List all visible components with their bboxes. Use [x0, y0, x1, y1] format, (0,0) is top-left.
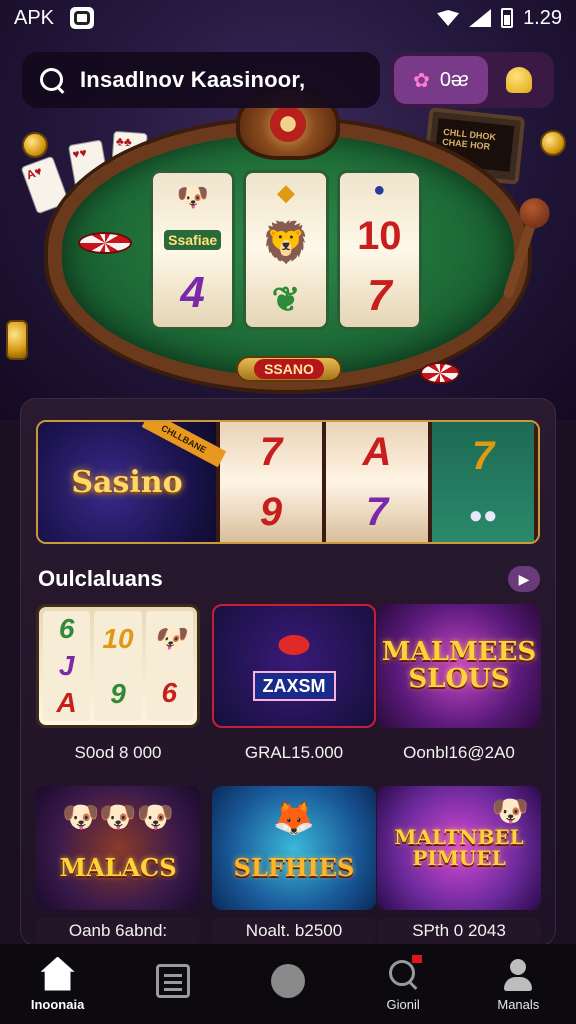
search-icon: [270, 964, 305, 998]
game-tile[interactable]: MALMEES SLOUS: [377, 604, 541, 728]
notification-button[interactable]: [488, 67, 550, 93]
spin-count: 0ᴂ: [439, 68, 469, 91]
game-caption: Oonbl16@2A0: [377, 734, 541, 772]
game-reel: 🐶 6: [145, 611, 193, 721]
game-tile[interactable]: ⬬ ZAXSM: [212, 604, 376, 728]
battery-icon: [501, 8, 514, 28]
game-title: ZAXSM: [252, 670, 336, 702]
casino-plaque: SSANO: [236, 356, 342, 382]
search-icon[interactable]: [38, 66, 66, 94]
see-all-button[interactable]: ▶: [508, 566, 540, 592]
dogs-icon: 🐶🐶🐶: [61, 801, 175, 834]
coin-decoration: [6, 320, 28, 360]
signal-icon: [469, 9, 492, 27]
banner-reels: 7 9 A 7 7 ●●: [216, 422, 538, 542]
coin-decoration: [22, 132, 48, 158]
game-reel: 6 J A: [43, 611, 91, 721]
game-tile[interactable]: 🦊 SLFHIES: [212, 786, 376, 910]
user-icon: [501, 957, 535, 991]
nav-item-list[interactable]: [123, 964, 223, 1004]
game-title: SLFHIES: [233, 853, 355, 883]
game-title: MALTNBEL PIMUEL: [394, 825, 524, 870]
game-title: MALMEES SLOUS: [381, 636, 537, 694]
featured-banner[interactable]: Sasino CHLLBANE 7 9 A 7 7 ●●: [36, 420, 540, 544]
fish-symbol-icon: ◆: [277, 179, 295, 205]
game-caption: Oanb 6abnd:: [36, 918, 200, 944]
dog-icon: 🐶: [491, 795, 529, 828]
casino-chip: [420, 362, 460, 384]
nav-item-profile[interactable]: Manals: [468, 957, 568, 1012]
banner-ribbon: CHLLBANE: [141, 422, 226, 468]
game-caption: S0od 8 000: [36, 734, 200, 772]
banner-logo: Sasino CHLLBANE: [38, 422, 226, 542]
hero-reels: 🐶 Ssafiae 4 ◆ 🦁 ❦ ● 10 7: [150, 170, 422, 330]
section-title: Oulclaluans: [38, 566, 163, 591]
hero-reel: ◆ 🦁 ❦: [243, 170, 329, 330]
game-reel: 10 9: [94, 611, 142, 721]
bottom-nav: Inoonaia Gionil Manals: [0, 944, 576, 1024]
nav-item-search[interactable]: [238, 964, 338, 1004]
game-tile[interactable]: 🐶🐶🐶 MALACS: [36, 786, 200, 910]
game-reels: 6 J A 10 9 🐶 6: [39, 607, 197, 725]
banner-reel: 7 ●●: [432, 422, 534, 542]
wifi-icon: [437, 10, 460, 26]
banner-reel: A 7: [326, 422, 428, 542]
game-title: MALACS: [59, 853, 177, 883]
list-icon: [155, 964, 190, 998]
alert-dot: [412, 954, 423, 963]
status-time: 1.29: [523, 6, 562, 29]
search-alert-icon: [386, 954, 423, 991]
spin-button[interactable]: ✿ 0ᴂ: [394, 56, 488, 104]
chip-stack-icon: ●●: [468, 502, 498, 530]
game-tile[interactable]: 6 J A 10 9 🐶 6: [36, 604, 200, 728]
game-tile[interactable]: 🐶 MALTNBEL PIMUEL: [377, 786, 541, 910]
spin-icon: ✿: [413, 69, 430, 92]
nav-item-alerts[interactable]: Gionil: [353, 954, 453, 1012]
app-notification-icon: [70, 7, 95, 29]
hero-reel: 🐶 Ssafiae 4: [150, 170, 236, 330]
game-caption: Noalt. b2500: [212, 918, 376, 944]
gem-icon: ⬬: [277, 624, 311, 666]
casino-chip: [78, 232, 132, 254]
banner-reel: 7 9: [220, 422, 322, 542]
arrow-right-icon: ▶: [518, 570, 530, 587]
leaf-symbol-icon: ❦: [271, 281, 301, 320]
status-app-label: APK: [14, 6, 55, 29]
dog-symbol-icon: 🐶: [153, 622, 186, 653]
game-caption: SPth 0 2043: [377, 918, 541, 944]
search-input[interactable]: Insadlnov Kaasinoor,: [80, 67, 305, 93]
search-bar[interactable]: Insadlnov Kaasinoor,: [22, 52, 380, 108]
status-bar: APK 1.29: [0, 0, 576, 36]
header-actions: ✿ 0ᴂ: [390, 52, 554, 108]
chip-symbol-icon: ●: [373, 179, 386, 201]
fox-icon: 🦊: [272, 799, 316, 837]
hero-reel: ● 10 7: [336, 170, 422, 330]
game-caption: GRAL15.000: [212, 734, 376, 772]
nav-item-home[interactable]: Inoonaia: [8, 956, 108, 1012]
lion-symbol-icon: 🦁: [261, 221, 311, 266]
dog-symbol-icon: 🐶: [176, 181, 209, 212]
home-icon: [40, 956, 75, 991]
coin-decoration: [540, 130, 566, 156]
bell-icon: [506, 67, 532, 93]
